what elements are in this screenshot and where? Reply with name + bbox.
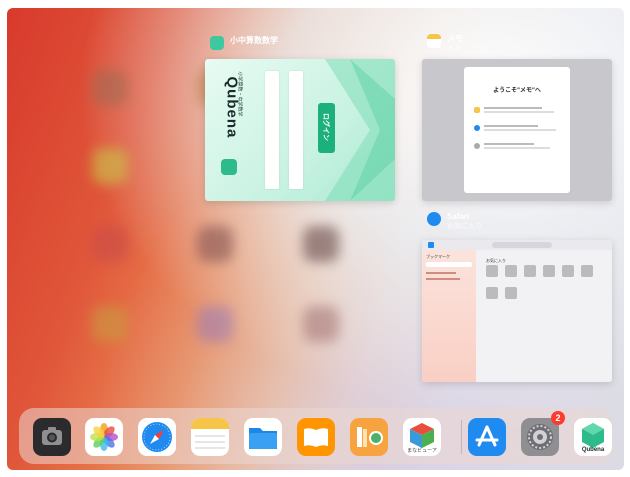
app-card-notes[interactable]: ようこそ"メモ"へ <box>422 59 612 201</box>
favorite-tile[interactable] <box>524 265 536 277</box>
feature-text-line <box>484 147 550 149</box>
feature-text-line <box>484 129 556 131</box>
sidebar-toggle-icon[interactable] <box>428 242 434 248</box>
qubena-brand-block: Qubena 小学算数・中学数学 <box>219 72 245 179</box>
app-subtitle: メモ <box>447 45 461 52</box>
blurred-app-icon <box>92 306 128 342</box>
blurred-app-icon <box>303 306 339 342</box>
welcome-sheet: ようこそ"メモ"へ <box>464 67 570 193</box>
favorites-title: お気に入り <box>486 258 506 263</box>
safari-toolbar <box>422 240 612 250</box>
manaview-icon[interactable]: まなビューア <box>403 418 441 456</box>
camera-glyph <box>42 427 62 445</box>
address-bar[interactable] <box>492 242 552 248</box>
qubena-label: Qubena <box>581 447 605 453</box>
notes-icon <box>427 34 441 48</box>
favorite-tile[interactable] <box>486 287 498 299</box>
app-name: Safari <box>447 212 470 221</box>
sidebar-item[interactable] <box>426 278 460 280</box>
qubena-icon <box>210 36 224 50</box>
feature-text-line <box>484 111 554 113</box>
notification-badge: 2 <box>551 411 565 425</box>
safari-sidebar: ブックマーク <box>422 250 476 382</box>
login-id-field[interactable] <box>265 71 279 189</box>
qubena-tagline: 小学算数・中学数学 <box>236 71 243 117</box>
app-subtitle: お気に入り <box>447 223 482 230</box>
dock-divider <box>461 420 462 454</box>
feature-text-line <box>484 107 542 109</box>
feature-text-line <box>484 143 534 145</box>
notes-icon[interactable] <box>191 418 229 456</box>
login-password-field[interactable] <box>289 71 303 189</box>
library-app-icon[interactable] <box>350 418 388 456</box>
favorite-tile[interactable] <box>562 265 574 277</box>
app-name: メモ <box>447 34 463 43</box>
favorite-tile[interactable] <box>543 265 555 277</box>
camera-icon[interactable] <box>33 418 71 456</box>
blurred-app-icon <box>197 306 233 342</box>
feature-text-line <box>484 125 538 127</box>
favorites-grid <box>486 265 596 315</box>
files-icon[interactable] <box>244 418 282 456</box>
app-store-glyph <box>475 425 499 447</box>
blurred-app-icon <box>92 70 128 106</box>
favorite-tile[interactable] <box>581 265 593 277</box>
feature-icon <box>474 107 480 113</box>
sidebar-item[interactable] <box>426 272 456 274</box>
photos-glyph <box>90 423 118 451</box>
feature-icon <box>474 125 480 131</box>
favorite-tile[interactable] <box>505 265 517 277</box>
library-glyph <box>357 427 383 447</box>
blurred-app-icon <box>197 226 233 262</box>
safari-glyph <box>142 422 172 452</box>
card-label-qubena: 小中算数数学 <box>210 36 278 50</box>
books-glyph <box>304 428 328 447</box>
sidebar-title: ブックマーク <box>426 254 450 259</box>
favorite-tile[interactable] <box>505 287 517 299</box>
card-label-notes: メモ メモ <box>427 34 463 53</box>
blurred-app-icon <box>303 226 339 262</box>
books-icon[interactable] <box>297 418 335 456</box>
welcome-title: ようこそ"メモ"へ <box>493 88 541 94</box>
sidebar-segment[interactable] <box>426 262 472 267</box>
safari-icon[interactable] <box>138 418 176 456</box>
feature-icon <box>474 143 480 149</box>
app-store-icon[interactable] <box>468 418 506 456</box>
app-card-safari[interactable]: ブックマーク お気に入り <box>422 240 612 382</box>
favorite-tile[interactable] <box>486 265 498 277</box>
app-name: 小中算数数学 <box>230 36 278 45</box>
qubena-icon[interactable]: Qubena <box>574 418 612 456</box>
photos-icon[interactable] <box>85 418 123 456</box>
card-label-safari: Safari お気に入り <box>427 212 482 231</box>
ipad-app-switcher: 小中算数数学 Qubena 小学算数・中学数学 ログイン メモ メモ ようこそ"… <box>0 0 630 477</box>
blurred-app-icon <box>92 226 128 262</box>
manaview-label: まなビューア <box>407 448 437 454</box>
login-button[interactable]: ログイン <box>318 103 335 153</box>
app-card-qubena[interactable]: Qubena 小学算数・中学数学 ログイン <box>205 59 395 201</box>
safari-icon <box>427 212 441 226</box>
notes-glyph <box>191 418 229 449</box>
blurred-app-icon <box>92 148 128 184</box>
files-glyph <box>249 428 277 449</box>
login-button-label: ログイン <box>322 113 329 141</box>
